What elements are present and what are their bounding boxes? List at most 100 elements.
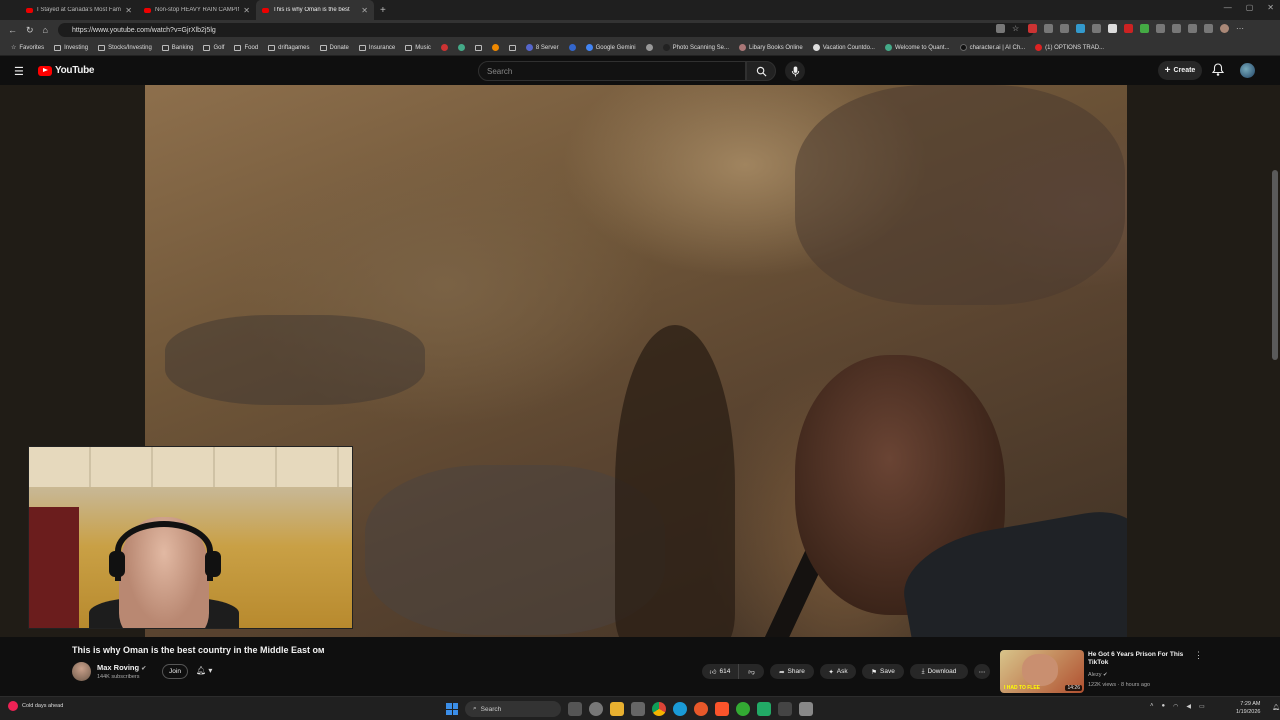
close-window-icon[interactable]: ✕	[1267, 3, 1274, 12]
url-field[interactable]: https://www.youtube.com/watch?v=GjrXlb2j…	[58, 23, 1034, 37]
bookmark-icon-only[interactable]	[436, 44, 453, 51]
browser-tab-3-active[interactable]: This is why Oman is the best ✕	[256, 0, 374, 20]
search-input[interactable]: Search	[478, 61, 746, 81]
bookmark-icon-only[interactable]	[487, 44, 504, 51]
xbox-icon[interactable]	[736, 702, 750, 716]
tray-chevron-icon[interactable]: ˄	[1150, 703, 1154, 710]
account-avatar[interactable]	[1240, 63, 1255, 78]
recommended-thumbnail[interactable]: I HAD TO FLEE 14:26	[1000, 650, 1084, 693]
photos-icon[interactable]	[757, 702, 771, 716]
bookmark-item[interactable]: Stocks/Investing	[93, 44, 157, 51]
bookmark-item[interactable]: driftagames	[263, 44, 314, 51]
extension-icon[interactable]	[1108, 24, 1117, 33]
more-actions-button[interactable]: ⋯	[974, 664, 990, 679]
bookmark-item[interactable]: Banking	[157, 44, 199, 51]
task-view-icon[interactable]	[568, 702, 582, 716]
channel-avatar[interactable]	[72, 662, 91, 681]
extension-icon[interactable]	[1044, 24, 1053, 33]
taskbar-search[interactable]: ⌕ Search	[465, 701, 561, 717]
bookmark-icon-only[interactable]	[504, 44, 521, 51]
download-button[interactable]: ⤓ Download	[910, 664, 968, 679]
recommended-title[interactable]: He Got 6 Years Prison For This TikTok	[1088, 651, 1192, 667]
bookmark-item[interactable]: Investing	[49, 44, 93, 51]
bookmark-item[interactable]: character.ai | AI Ch...	[955, 44, 1031, 51]
volume-icon[interactable]: ◀	[1186, 703, 1191, 710]
bookmark-icon-only[interactable]	[470, 44, 487, 51]
search-button[interactable]	[746, 61, 776, 81]
bookmark-item[interactable]: Food	[229, 44, 263, 51]
bookmark-item[interactable]: Google Gemini	[581, 44, 641, 51]
minimize-icon[interactable]: —	[1224, 3, 1232, 12]
back-icon[interactable]: ←	[8, 25, 17, 35]
store-icon[interactable]	[778, 702, 792, 716]
bookmark-icon-only[interactable]	[641, 44, 658, 51]
save-button[interactable]: ⚑ Save	[862, 664, 904, 679]
extension-icon[interactable]	[1092, 24, 1101, 33]
page-scrollbar[interactable]	[1272, 170, 1278, 360]
browser-tab-1[interactable]: I Stayed at Canada's Most Famou ✕	[20, 0, 138, 20]
brave-icon[interactable]	[715, 702, 729, 716]
star-icon[interactable]: ☆	[1012, 24, 1021, 33]
bookmark-item[interactable]: Insurance	[354, 44, 400, 51]
extension-icon[interactable]	[1028, 24, 1037, 33]
channel-name[interactable]: Max Roving ✔	[97, 663, 146, 672]
notification-icon[interactable]: 🔔︎	[1272, 704, 1280, 711]
refresh-icon[interactable]: ↻	[26, 25, 34, 36]
extension-icon[interactable]	[1204, 24, 1213, 33]
ask-button[interactable]: ✦ Ask	[820, 664, 856, 679]
close-tab-icon[interactable]: ✕	[361, 6, 368, 15]
extension-icon[interactable]	[1156, 24, 1165, 33]
file-explorer-icon[interactable]	[610, 702, 624, 716]
create-button[interactable]: + Create	[1158, 61, 1202, 80]
windows-start-icon[interactable]	[446, 703, 458, 715]
subscription-bell-icon[interactable]: 🔔︎ ▾	[196, 666, 212, 675]
join-button[interactable]: Join	[162, 664, 188, 679]
profile-icon[interactable]	[1220, 24, 1229, 33]
home-icon[interactable]: ⌂	[43, 25, 48, 35]
extension-icon[interactable]	[1140, 24, 1149, 33]
bookmark-item[interactable]: Photo Scanning Se...	[658, 44, 734, 51]
close-tab-icon[interactable]: ✕	[125, 6, 132, 15]
edge-icon[interactable]	[673, 702, 687, 716]
maximize-icon[interactable]: ▢	[1246, 3, 1254, 12]
recommended-channel[interactable]: Alezy ✔	[1088, 672, 1108, 678]
mic-tray-icon[interactable]: ●	[1162, 703, 1166, 710]
bookmark-item[interactable]: 8 Server	[521, 44, 564, 51]
voice-search-button[interactable]	[785, 61, 805, 81]
bookmark-item[interactable]: Golf	[198, 44, 229, 51]
recommended-more-icon[interactable]: ⋮	[1194, 650, 1203, 661]
extension-icon[interactable]	[1188, 24, 1197, 33]
settings-gear-icon[interactable]	[589, 702, 603, 716]
calculator-icon[interactable]	[631, 702, 645, 716]
chrome-icon[interactable]	[652, 702, 666, 716]
share-button[interactable]: ➦ Share	[770, 664, 814, 679]
extension-icon[interactable]	[1124, 24, 1133, 33]
app-icon[interactable]	[799, 702, 813, 716]
dislike-button[interactable]: 👎︎	[738, 664, 764, 679]
bookmark-item[interactable]: Donate	[315, 44, 354, 51]
extension-icon[interactable]	[1060, 24, 1069, 33]
extension-icon[interactable]	[996, 24, 1005, 33]
bookmark-item[interactable]: Music	[400, 44, 436, 51]
bookmark-item[interactable]: Vacation Countdo...	[808, 44, 880, 51]
bookmark-item[interactable]: ☆ Favorites	[6, 44, 49, 52]
clock[interactable]: 7:29 AM 1/19/2026	[1236, 700, 1260, 716]
extension-icon[interactable]	[1172, 24, 1181, 33]
browser-tab-2[interactable]: Non-stop HEAVY RAIN CAMPING ✕	[138, 0, 256, 20]
close-tab-icon[interactable]: ✕	[243, 6, 250, 15]
bookmark-icon-only[interactable]	[564, 44, 581, 51]
firefox-icon[interactable]	[694, 702, 708, 716]
bookmark-icon-only[interactable]	[453, 44, 470, 51]
like-button[interactable]: 👍︎ 614	[702, 664, 738, 679]
weather-widget[interactable]: Cold days ahead	[8, 701, 63, 711]
youtube-logo[interactable]: YouTube	[38, 65, 95, 76]
extension-icon[interactable]	[1076, 24, 1085, 33]
bookmark-item[interactable]: (1) OPTIONS TRAD...	[1030, 44, 1109, 51]
wifi-icon[interactable]: ◠	[1173, 703, 1178, 710]
bookmark-item[interactable]: Welcome to Quant...	[880, 44, 955, 51]
menu-dots-icon[interactable]: ⋯	[1236, 24, 1245, 33]
hamburger-menu-icon[interactable]: ☰	[14, 65, 24, 78]
notifications-bell-icon[interactable]	[1212, 63, 1224, 76]
bookmark-item[interactable]: Libary Books Online	[734, 44, 808, 51]
battery-icon[interactable]: ▭	[1199, 703, 1205, 710]
